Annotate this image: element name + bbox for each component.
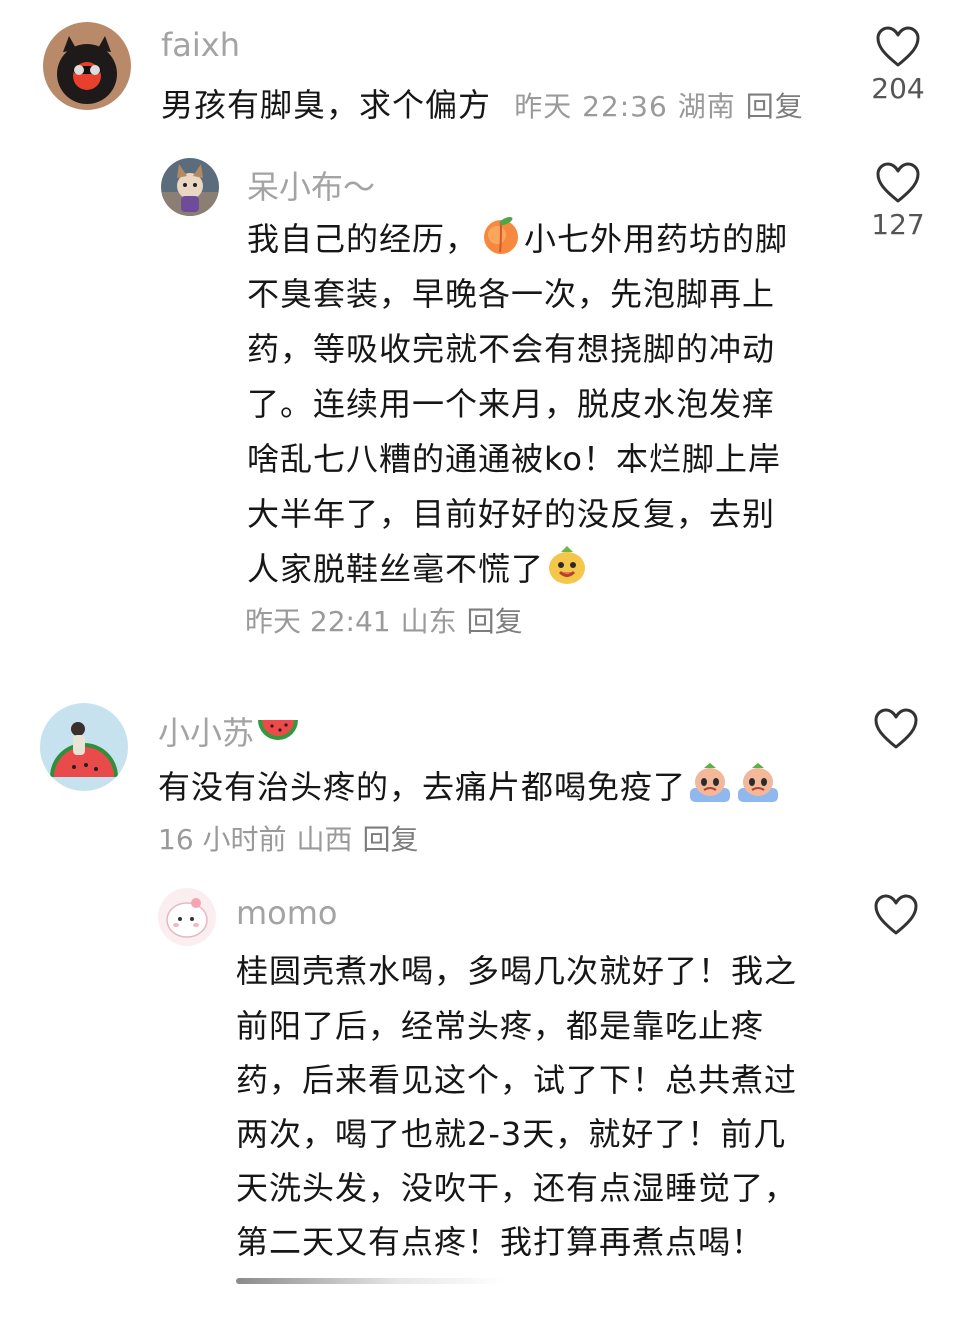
crying-emoji-icon <box>736 760 780 812</box>
comment-text-line: 前阳了后，经常头疼，都是靠吃止疼 <box>236 1007 765 1045</box>
comment-text-line: 不臭套装，早晚各一次，先泡脚再上 <box>247 275 776 313</box>
comment-text: 男孩有脚臭，求个偏方 昨天 22:36 湖南 回复 <box>161 80 814 126</box>
comment-meta: 昨天 22:36 湖南 回复 <box>514 90 814 123</box>
reply-button[interactable]: 回复 <box>363 823 419 856</box>
like-button[interactable]: 204 <box>858 26 938 105</box>
like-button[interactable]: 127 <box>858 162 938 241</box>
username[interactable]: 呆小布～ <box>247 162 375 208</box>
heart-outline-icon <box>874 708 918 749</box>
like-count: 204 <box>871 72 925 105</box>
comment-text-segment: 有没有治头疼的，去痛片都喝免疫了 <box>158 768 687 806</box>
heart-outline-icon <box>876 162 920 203</box>
location: 湖南 <box>677 90 736 123</box>
comment-text-line: 我自己的经历， 小七外用药坊的脚 <box>247 214 788 264</box>
timestamp: 昨天 22:41 <box>245 605 391 638</box>
comment-text-line: 第二天又有点疼！我打算再煮点喝！ <box>236 1223 765 1261</box>
avatar[interactable] <box>43 22 131 110</box>
comment-text-line: 药，后来看见这个，试了下！总共煮过 <box>236 1061 798 1099</box>
watermelon-emoji-icon <box>256 712 300 758</box>
comment-text-line: 有没有治头疼的，去痛片都喝免疫了 <box>158 760 782 812</box>
avatar[interactable] <box>161 158 219 216</box>
timestamp: 16 小时前 <box>158 823 287 856</box>
like-count: 127 <box>871 208 925 241</box>
crying-emoji-icon <box>688 760 732 812</box>
comment-text-segment: 我自己的经历， <box>247 220 479 258</box>
heart-outline-icon <box>876 26 920 67</box>
location: 山西 <box>296 823 353 856</box>
comment-text-line: 天洗头发，没吹干，还有点湿睡觉了， <box>236 1169 798 1207</box>
comment-text-line: 了。连续用一个来月，脱皮水泡发痒 <box>247 385 776 423</box>
username[interactable]: momo <box>236 894 338 932</box>
comment-meta: 昨天 22:41 山东 回复 <box>245 600 533 640</box>
reply-button[interactable]: 回复 <box>746 90 804 123</box>
comment-text-line: 桂圆壳煮水喝，多喝几次就好了！我之 <box>236 952 798 990</box>
comment-meta: 16 小时前 山西 回复 <box>158 818 429 858</box>
like-button[interactable] <box>856 894 936 936</box>
comment-text-segment: 人家脱鞋丝毫不慌了 <box>247 550 545 588</box>
username[interactable]: faixh <box>161 26 240 64</box>
peach-emoji-icon <box>480 214 522 264</box>
comment-text-line: 药，等吸收完就不会有想挠脚的冲动 <box>247 330 776 368</box>
timestamp: 昨天 22:36 <box>514 90 668 123</box>
like-button[interactable] <box>856 708 936 750</box>
comment-text-segment: 小七外用药坊的脚 <box>524 220 789 258</box>
comment-text-line: 人家脱鞋丝毫不慌了 <box>247 544 590 594</box>
username[interactable]: 小小苏 <box>158 708 302 758</box>
reply-button[interactable]: 回复 <box>467 605 523 638</box>
truncated-content-fade <box>236 1278 506 1284</box>
location: 山东 <box>400 605 457 638</box>
comment-text-line: 啥乱七八糟的通通被ko！本烂脚上岸 <box>247 440 781 478</box>
username-text: 小小苏 <box>158 714 255 752</box>
avatar[interactable] <box>40 703 128 791</box>
heart-outline-icon <box>874 894 918 935</box>
comment-text-line: 两次，喝了也就2-3天，就好了！前几 <box>236 1115 787 1153</box>
avatar[interactable] <box>158 888 216 946</box>
happy-face-emoji-icon <box>546 544 588 594</box>
comment-text-line: 大半年了，目前好好的没反复，去别 <box>247 495 776 533</box>
comment-text-line: 男孩有脚臭，求个偏方 <box>161 86 492 124</box>
